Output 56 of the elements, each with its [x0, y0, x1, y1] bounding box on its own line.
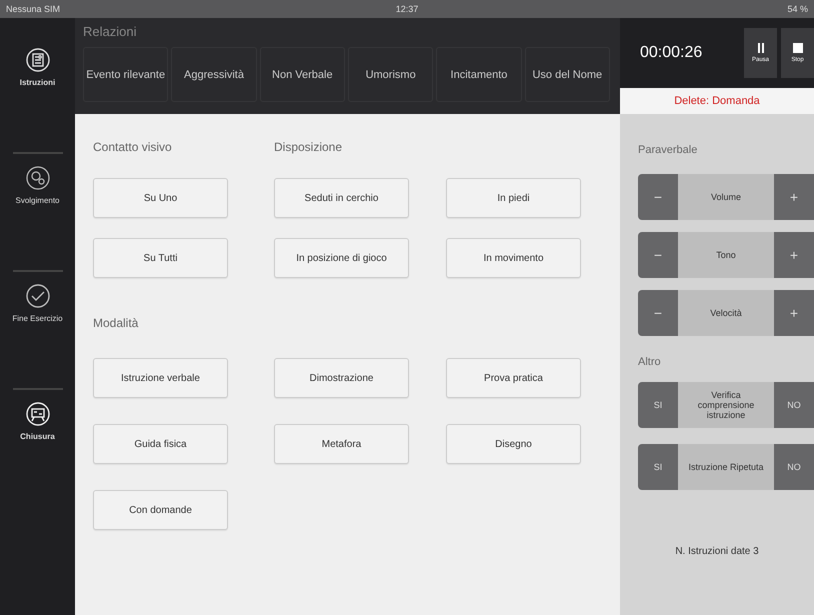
option-button[interactable]: Su Uno: [93, 178, 228, 218]
relation-button[interactable]: Non Verbale: [260, 47, 345, 102]
option-button[interactable]: Istruzione verbale: [93, 358, 228, 398]
no-button[interactable]: NO: [774, 444, 814, 490]
option-button[interactable]: Metafora: [274, 424, 409, 464]
minus-button[interactable]: −: [638, 232, 678, 278]
board-icon: [26, 402, 50, 426]
control-label: Istruzione Ripetuta: [678, 444, 774, 490]
relation-button[interactable]: Aggressività: [171, 47, 257, 102]
yes-button[interactable]: SI: [638, 444, 678, 490]
relation-button[interactable]: Uso del Nome: [524, 47, 610, 102]
control-label: Tono: [678, 232, 774, 278]
stop-icon: [792, 43, 802, 53]
sidebar-item[interactable]: Svolgimento: [8, 196, 68, 205]
section-heading: Modalità: [93, 316, 140, 330]
relation-button[interactable]: Evento rilevante: [83, 47, 168, 102]
battery-text: 54 %: [787, 4, 808, 14]
document-icon: [26, 48, 50, 72]
section-heading: Paraverbale: [638, 144, 698, 156]
sidebar-item[interactable]: Fine Esercizio: [8, 314, 68, 323]
plus-button[interactable]: +: [774, 232, 814, 278]
check-icon: [26, 284, 50, 308]
count-text: N. Istruzioni date 3: [674, 546, 760, 557]
option-button[interactable]: Dimostrazione: [274, 358, 409, 398]
relation-button[interactable]: Incitamento: [436, 47, 522, 102]
panel-title: Relazioni: [83, 24, 138, 39]
option-button[interactable]: Con domande: [93, 490, 228, 530]
delete-banner[interactable]: Delete: Domanda: [620, 88, 814, 114]
plus-button[interactable]: +: [774, 290, 814, 336]
control-label: Verifica comprensione istruzione: [678, 382, 774, 428]
option-button[interactable]: In posizione di gioco: [274, 238, 409, 278]
control-label: Volume: [678, 174, 774, 220]
carrier-text: Nessuna SIM: [6, 4, 62, 14]
clock-text: 12:37: [396, 4, 418, 14]
option-button[interactable]: Seduti in cerchio: [274, 178, 409, 218]
timer-text: 00:00:26: [640, 44, 704, 62]
yes-button[interactable]: SI: [638, 382, 678, 428]
control-label: Velocità: [678, 290, 774, 336]
option-button[interactable]: Su Tutti: [93, 238, 228, 278]
plus-button[interactable]: +: [774, 174, 814, 220]
section-heading: Altro: [638, 356, 662, 368]
no-button[interactable]: NO: [774, 382, 814, 428]
sidebar-item[interactable]: Istruzioni: [8, 78, 68, 87]
option-button[interactable]: Disegno: [446, 424, 581, 464]
sidebar-item[interactable]: Chiusura: [8, 432, 68, 441]
minus-button[interactable]: −: [638, 290, 678, 336]
gears-icon: [26, 166, 50, 190]
option-button[interactable]: In piedi: [446, 178, 581, 218]
option-button[interactable]: In movimento: [446, 238, 581, 278]
pause-icon: [756, 43, 764, 53]
section-heading: Disposizione: [274, 140, 344, 154]
minus-button[interactable]: −: [638, 174, 678, 220]
section-heading: Contatto visivo: [93, 140, 173, 154]
relation-button[interactable]: Umorismo: [348, 47, 434, 102]
option-button[interactable]: Guida fisica: [93, 424, 228, 464]
option-button[interactable]: Prova pratica: [446, 358, 581, 398]
